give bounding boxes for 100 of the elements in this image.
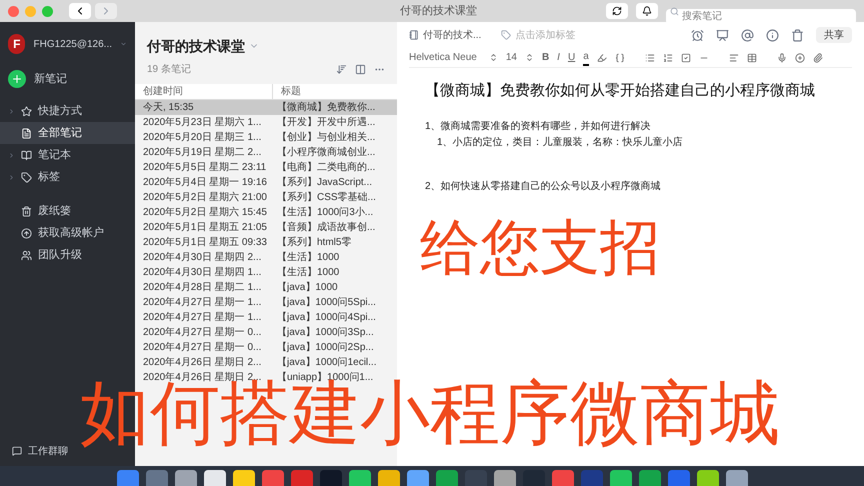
note-row[interactable]: 2020年4月27日 星期一 0... 【java】1000问3Sp...	[135, 325, 397, 340]
table-icon[interactable]	[746, 52, 757, 62]
list-title[interactable]: 付哥的技术课堂	[147, 36, 245, 56]
note-row[interactable]: 2020年4月28日 星期二 1... 【java】1000	[135, 280, 397, 295]
code-icon[interactable]	[614, 52, 625, 62]
note-row[interactable]: 2020年5月23日 星期六 1... 【开发】开发中所遇...	[135, 115, 397, 130]
align-icon[interactable]	[728, 52, 739, 62]
title-cell-text: 【系列】JavaScript...	[276, 176, 374, 190]
note-count: 19 条笔记	[147, 62, 191, 76]
info-icon[interactable]	[766, 28, 779, 42]
column-header[interactable]: 标题	[273, 84, 397, 99]
sidebar-item[interactable]: 团队升级	[0, 244, 135, 266]
back-button[interactable]	[69, 3, 91, 19]
note-row[interactable]: 2020年4月30日 星期四 1... 【生活】1000	[135, 265, 397, 280]
format-button[interactable]: a	[583, 49, 589, 66]
sort-icon[interactable]	[336, 64, 347, 74]
work-chat-label[interactable]: 工作群聊	[28, 444, 68, 458]
bell-button[interactable]	[636, 3, 658, 19]
alarm-icon[interactable]	[691, 28, 704, 42]
note-row[interactable]: 2020年5月4日 星期一 19:16 【系列】JavaScript...	[135, 175, 397, 190]
search-field[interactable]: 搜索笔记	[666, 8, 856, 24]
format-button[interactable]: I	[557, 50, 560, 65]
note-row[interactable]: 2020年4月27日 星期一 0... 【java】1000问2Sp...	[135, 340, 397, 355]
sidebar-item[interactable]: 获取高级帐户	[0, 222, 135, 244]
date-cell-text: 2020年5月20日 星期三 1...	[142, 130, 262, 145]
sync-button[interactable]	[606, 3, 628, 19]
new-note-label[interactable]: 新笔记	[34, 70, 67, 88]
app-icon[interactable]	[348, 470, 370, 486]
account-name[interactable]: FHG1225@126...	[33, 36, 112, 52]
app-icon[interactable]	[696, 470, 718, 486]
title-cell-text: 【生活】1000问3小...	[276, 206, 374, 220]
notebook-icon	[21, 150, 32, 160]
note-row[interactable]: 2020年5月5日 星期二 23:11 【电商】二类电商的...	[135, 160, 397, 175]
layout-icon[interactable]	[355, 64, 366, 74]
highlighter-icon[interactable]	[596, 52, 607, 62]
title-cell-text: 【java】1000问3Sp...	[276, 326, 375, 340]
font-select[interactable]: Helvetica Neue	[409, 50, 498, 65]
note-row[interactable]: 2020年4月27日 星期一 1... 【java】1000问4Spi...	[135, 310, 397, 325]
avatar[interactable]: F	[8, 34, 26, 54]
trash-icon	[21, 206, 32, 216]
sidebar-item[interactable]: 全部笔记	[0, 122, 135, 144]
note-row[interactable]: 2020年5月2日 星期六 15:45 【生活】1000问3小...	[135, 205, 397, 220]
date-cell-text: 今天, 15:35	[142, 101, 195, 115]
app-icon[interactable]	[494, 470, 516, 486]
note-title: 【微商城】免费教你如何从零开始搭建自己的小程序微商城	[425, 81, 816, 101]
presentation-icon[interactable]	[716, 28, 729, 42]
new-note-button[interactable]	[8, 70, 26, 88]
date-cell-text: 2020年4月27日 星期一 0...	[142, 340, 262, 355]
app-icon[interactable]	[378, 470, 400, 486]
microphone-icon[interactable]	[776, 52, 787, 62]
app-icon[interactable]	[174, 470, 196, 486]
expand-icon[interactable]	[8, 108, 15, 114]
sidebar-item[interactable]: 快捷方式	[0, 100, 135, 122]
app-icon[interactable]	[204, 470, 226, 486]
format-button[interactable]: U	[568, 50, 576, 65]
note-row[interactable]: 2020年4月30日 星期四 2... 【生活】1000	[135, 250, 397, 265]
app-icon[interactable]	[610, 470, 632, 486]
note-line: 1、微商城需要准备的资料有哪些，并如何进行解决	[425, 120, 652, 134]
tag-icon	[501, 30, 512, 40]
add-icon[interactable]	[794, 52, 805, 62]
checkbox-icon[interactable]	[680, 52, 691, 62]
sidebar-item[interactable]: 废纸篓	[0, 200, 135, 222]
column-header[interactable]: 创建时间	[135, 84, 273, 99]
title-cell-text: 【小程序微商城创业...	[276, 146, 376, 160]
date-cell-text: 2020年4月27日 星期一 0...	[142, 326, 262, 340]
date-cell-text: 2020年4月26日 星期日 2...	[142, 356, 262, 370]
sidebar-item[interactable]: 标签	[0, 166, 135, 188]
note-row[interactable]: 2020年5月1日 星期五 09:33 【系列】html5零	[135, 235, 397, 250]
share-button[interactable]: 共享	[816, 27, 852, 43]
numbered-list-icon[interactable]	[662, 52, 673, 62]
note-row[interactable]: 2020年5月2日 星期六 21:00 【系列】CSS零基础...	[135, 190, 397, 205]
date-cell-text: 2020年5月5日 星期二 23:11	[142, 160, 268, 175]
sidebar-item[interactable]: 笔记本	[0, 144, 135, 166]
title-cell-text: 【生活】1000	[276, 250, 340, 265]
app-icon[interactable]	[726, 470, 748, 486]
stepper-icon	[488, 53, 498, 62]
note-row[interactable]: 2020年5月19日 星期二 2... 【小程序微商城创业...	[135, 145, 397, 160]
title-cell-text: 【音频】成语故事创...	[276, 220, 376, 235]
expand-icon[interactable]	[8, 152, 15, 158]
note-row[interactable]: 2020年4月26日 星期日 2... 【java】1000问1ecil...	[135, 355, 397, 370]
tag-icon	[21, 172, 32, 182]
note-row[interactable]: 2020年4月27日 星期一 1... 【java】1000问5Spi...	[135, 295, 397, 310]
note-row[interactable]: 2020年5月20日 星期三 1... 【创业】与创业相关...	[135, 130, 397, 145]
note-icon	[21, 128, 32, 138]
upload-icon	[21, 228, 32, 238]
dropdown-icon[interactable]	[120, 40, 127, 48]
attachment-icon[interactable]	[812, 52, 823, 62]
trash-icon[interactable]	[791, 28, 804, 42]
note-row[interactable]: 今天, 15:35 【微商城】免费教你...	[135, 100, 397, 115]
date-cell-text: 2020年4月27日 星期一 1...	[142, 310, 262, 325]
title-cell-text: 【java】1000问4Spi...	[276, 310, 377, 325]
note-row[interactable]: 2020年5月1日 星期五 21:05 【音频】成语故事创...	[135, 220, 397, 235]
app-icon[interactable]	[232, 470, 254, 486]
size-select[interactable]: 14	[506, 50, 534, 65]
date-cell-text: 2020年4月27日 星期一 1...	[142, 296, 262, 310]
at-icon[interactable]	[741, 28, 754, 42]
format-button[interactable]: B	[542, 50, 550, 65]
expand-icon[interactable]	[8, 174, 15, 180]
app-icon[interactable]	[406, 470, 428, 486]
notebook-label[interactable]: 付哥的技术...	[423, 28, 482, 42]
